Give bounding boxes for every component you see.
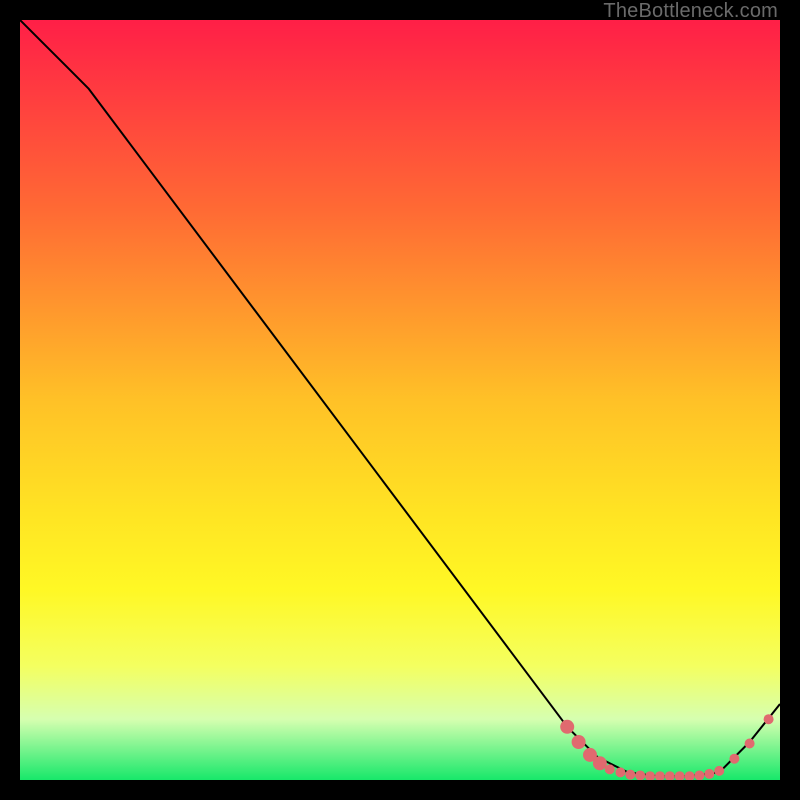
plot-background <box>20 20 780 780</box>
marker-dot <box>572 735 586 749</box>
marker-dot <box>714 766 724 776</box>
marker-dot <box>635 770 645 780</box>
chart-svg <box>20 20 780 780</box>
marker-dot <box>615 767 625 777</box>
marker-dot <box>694 770 704 780</box>
marker-dot <box>764 714 774 724</box>
chart-stage: TheBottleneck.com <box>0 0 800 800</box>
marker-dot <box>593 756 607 770</box>
marker-dot <box>745 739 755 749</box>
marker-dot <box>625 770 635 780</box>
marker-dot <box>605 764 615 774</box>
marker-dot <box>560 720 574 734</box>
marker-dot <box>704 769 714 779</box>
marker-dot <box>729 754 739 764</box>
